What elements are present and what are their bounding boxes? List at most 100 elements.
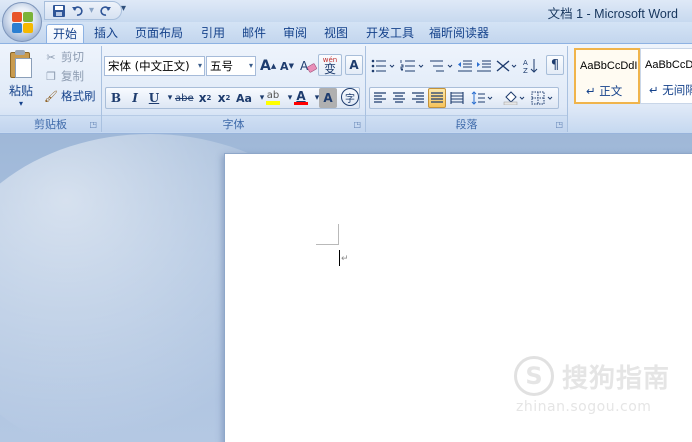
watermark-url: zhinan.sogou.com <box>516 399 652 415</box>
align-left-icon <box>374 92 386 103</box>
font-launcher-icon[interactable]: ◳ <box>353 120 361 129</box>
svg-text:Z: Z <box>523 67 528 74</box>
tab-references[interactable]: 引用 <box>195 24 231 43</box>
indent-icon <box>477 60 491 72</box>
tab-developer[interactable]: 开发工具 <box>360 24 420 43</box>
margin-marker <box>316 244 338 245</box>
phonetic-guide-button[interactable]: wén 变 <box>318 54 342 76</box>
paste-icon <box>8 50 34 80</box>
svg-text:A: A <box>300 59 309 73</box>
highlight-button[interactable]: ab <box>264 88 282 108</box>
font-size-select[interactable]: 五号 ▾ <box>206 56 256 76</box>
tab-insert[interactable]: 插入 <box>88 24 124 43</box>
format-painter-button[interactable]: 🖌 格式刷 <box>44 87 96 105</box>
paragraph-group-label: 段落 <box>366 115 567 132</box>
margin-marker <box>338 224 339 245</box>
brush-icon: 🖌 <box>44 89 58 103</box>
align-center-icon <box>393 92 405 103</box>
font-group: 宋体 (中文正文) ▾ 五号 ▾ A ▲ A ▼ A wén 变 A B I U ▾ a… <box>102 46 366 132</box>
numbering-button[interactable] <box>399 56 429 76</box>
paragraph-launcher-icon[interactable]: ◳ <box>555 120 563 129</box>
font-name-value: 宋体 (中文正文) <box>108 59 190 73</box>
cut-label: 剪切 <box>61 50 84 64</box>
align-right-icon <box>412 92 424 103</box>
tab-review[interactable]: 审阅 <box>277 24 313 43</box>
highlighter-icon: ab <box>266 90 280 101</box>
tab-home[interactable]: 开始 <box>46 24 85 43</box>
paste-label: 粘贴 <box>8 84 33 98</box>
align-right-button[interactable] <box>409 88 427 108</box>
ribbon: 粘贴 ▾ ✂ 剪切 ❐ 复制 🖌 格式刷 剪贴板 ◳ 宋体 (中文正文) ▾ 五号… <box>0 43 692 134</box>
ribbon-tabs: 开始 插入 页面布局 引用 邮件 审阅 视图 开发工具 福昕阅读器 <box>0 22 692 43</box>
clipboard-launcher-icon[interactable]: ◳ <box>89 120 97 129</box>
strikethrough-button[interactable]: abe <box>174 88 195 108</box>
sort-button[interactable]: AZ <box>522 56 540 76</box>
multilevel-list-icon <box>430 60 453 72</box>
increase-indent-button[interactable] <box>475 56 493 76</box>
numbered-list-icon <box>400 60 424 72</box>
font-color-swatch <box>294 102 308 105</box>
style-name: ↵ 正文 <box>586 84 623 98</box>
multilevel-list-button[interactable] <box>428 56 458 76</box>
tab-view[interactable]: 视图 <box>318 24 354 43</box>
tab-page-layout[interactable]: 页面布局 <box>129 24 189 43</box>
line-spacing-button[interactable] <box>470 88 496 108</box>
watermark-text: 搜狗指南 <box>562 364 671 394</box>
character-shading-button[interactable]: A <box>319 88 337 108</box>
office-button[interactable] <box>2 2 42 42</box>
font-name-select[interactable]: 宋体 (中文正文) ▾ <box>104 56 205 76</box>
quick-access-toolbar: ▾ <box>44 1 123 20</box>
bold-button[interactable]: B <box>107 88 125 108</box>
title-bar: ▾ ▾ 文档 1 - Microsoft Word <box>0 0 692 22</box>
paragraph-mark-icon: ↵ <box>341 254 349 264</box>
save-icon[interactable] <box>51 3 67 19</box>
sogou-watermark: S 搜狗指南 zhinan.sogou.com <box>514 354 684 424</box>
sort-az-icon: AZ <box>523 59 538 74</box>
align-left-button[interactable] <box>371 88 389 108</box>
bullets-button[interactable] <box>370 56 400 76</box>
styles-gallery: AaBbCcDdI ↵ 正文 AaBbCcD ↵ 无间隔 <box>572 48 692 110</box>
redo-icon[interactable] <box>97 3 113 19</box>
style-no-spacing[interactable]: AaBbCcD ↵ 无间隔 <box>640 48 692 104</box>
clear-formatting-button[interactable]: A <box>298 56 318 76</box>
cut-button[interactable]: ✂ 剪切 <box>44 48 84 66</box>
tab-mailings[interactable]: 邮件 <box>236 24 272 43</box>
borders-icon <box>531 91 553 105</box>
format-painter-label: 格式刷 <box>61 89 96 103</box>
font-color-letter: A <box>296 89 306 103</box>
chevron-down-icon: ▾ <box>197 61 202 70</box>
undo-dropdown-icon[interactable]: ▾ <box>89 5 94 16</box>
eraser-icon: A <box>300 59 317 73</box>
subscript-button[interactable]: x2 <box>196 88 214 108</box>
grow-font-button[interactable]: A ▲ <box>259 56 277 76</box>
change-case-button[interactable]: Aa <box>235 88 253 108</box>
chinese-layout-icon <box>496 60 517 72</box>
show-marks-button[interactable]: ¶ <box>546 55 564 75</box>
customize-qat-icon[interactable]: ▾ <box>121 3 126 14</box>
align-center-button[interactable] <box>390 88 408 108</box>
character-border-button[interactable]: A <box>345 55 363 75</box>
paste-dropdown-icon[interactable]: ▾ <box>6 99 36 108</box>
chinese-layout-button[interactable] <box>494 56 520 76</box>
svg-text:A: A <box>523 59 528 67</box>
chevron-down-icon: ▾ <box>248 61 253 70</box>
scissors-icon: ✂ <box>46 50 56 64</box>
style-name: ↵ 无间隔 <box>649 83 692 97</box>
paste-button[interactable]: 粘贴 ▾ <box>6 50 36 108</box>
italic-button[interactable]: I <box>126 88 144 108</box>
decrease-indent-button[interactable] <box>456 56 474 76</box>
distributed-button[interactable] <box>448 88 466 108</box>
style-normal[interactable]: AaBbCcDdI ↵ 正文 <box>574 48 640 104</box>
tab-foxit-reader[interactable]: 福昕阅读器 <box>423 24 495 43</box>
clipboard-group-label: 剪贴板 <box>0 115 101 132</box>
copy-button[interactable]: ❐ 复制 <box>44 67 84 85</box>
borders-button[interactable] <box>530 88 556 108</box>
superscript-button[interactable]: x2 <box>215 88 233 108</box>
justify-button[interactable] <box>428 88 446 108</box>
text-cursor <box>339 250 340 266</box>
copy-icon: ❐ <box>46 69 56 83</box>
undo-icon[interactable] <box>70 3 86 19</box>
enclose-characters-button[interactable]: 字 <box>341 88 359 106</box>
shrink-font-button[interactable]: A ▼ <box>278 56 296 76</box>
shading-button[interactable] <box>502 88 528 108</box>
